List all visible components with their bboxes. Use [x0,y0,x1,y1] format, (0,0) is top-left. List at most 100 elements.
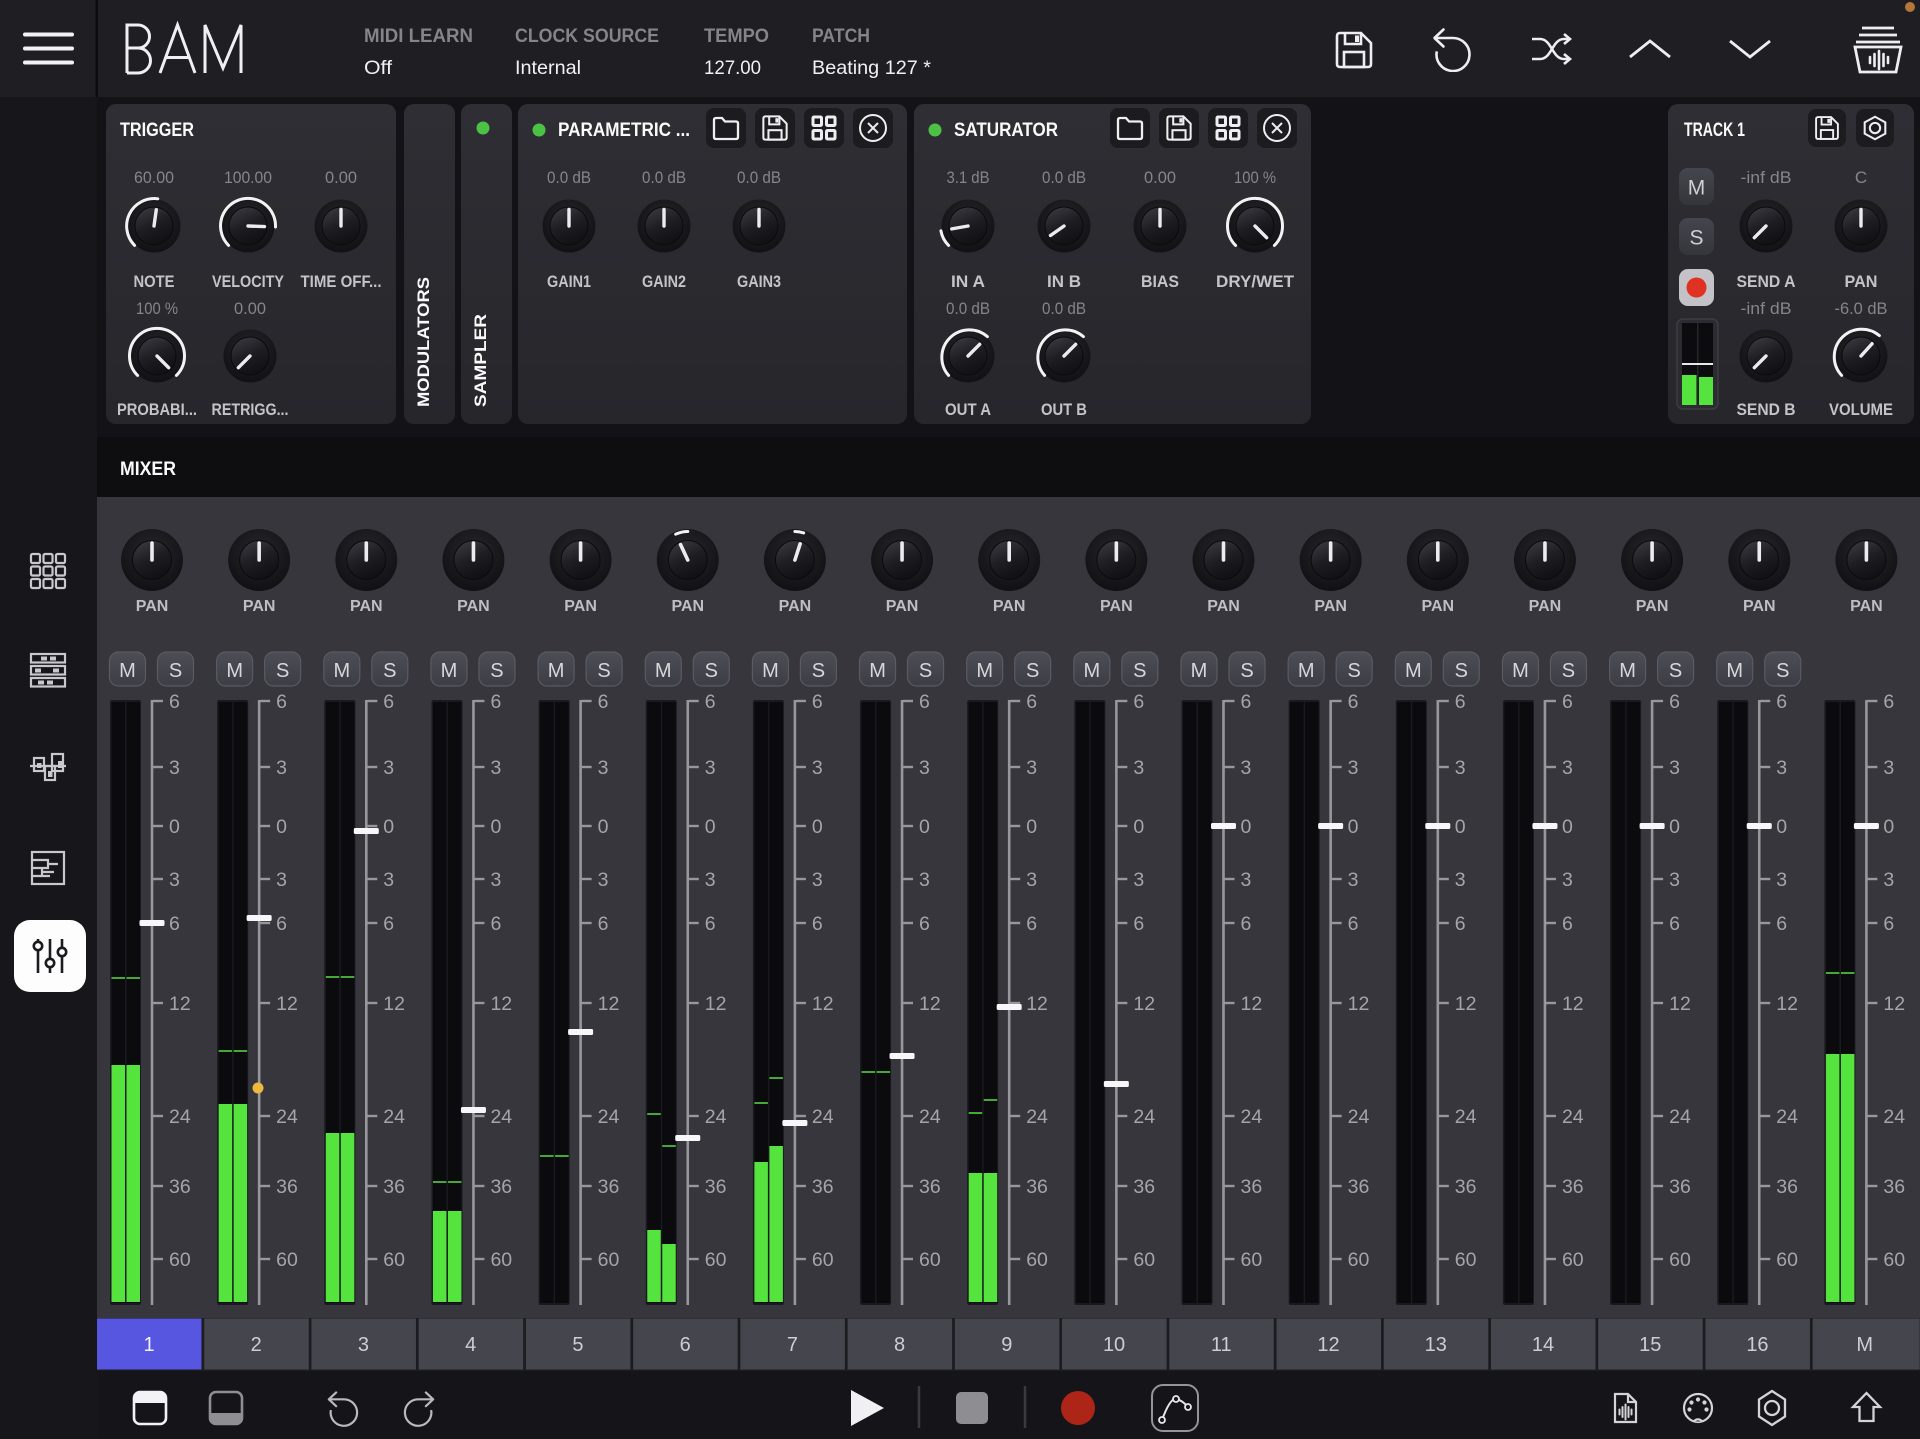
svg-text:M: M [1191,660,1208,682]
svg-text:6: 6 [919,691,930,713]
svg-text:36: 36 [1348,1176,1370,1198]
svg-text:CLOCK SOURCE: CLOCK SOURCE [515,26,659,47]
svg-text:12: 12 [598,993,620,1015]
svg-text:36: 36 [1241,1176,1263,1198]
svg-text:0: 0 [1669,816,1680,838]
svg-text:12: 12 [1348,993,1370,1015]
svg-text:36: 36 [812,1176,834,1198]
svg-text:MODULATORS: MODULATORS [414,277,433,407]
svg-text:3: 3 [1133,869,1144,891]
svg-text:VOLUME: VOLUME [1829,401,1893,419]
svg-text:3: 3 [358,1334,369,1356]
svg-text:24: 24 [1669,1106,1691,1128]
svg-text:4: 4 [465,1334,476,1356]
svg-text:24: 24 [1348,1106,1370,1128]
svg-text:MIXER: MIXER [120,459,176,480]
svg-text:3: 3 [705,757,716,779]
svg-text:3: 3 [1669,757,1680,779]
svg-text:6: 6 [812,913,823,935]
svg-text:10: 10 [1103,1334,1125,1356]
svg-text:0: 0 [1562,816,1573,838]
svg-text:100 %: 100 % [136,299,178,318]
svg-text:M: M [762,660,779,682]
svg-text:PAN: PAN [1743,598,1776,615]
svg-text:12: 12 [169,993,191,1015]
svg-text:PAN: PAN [1100,598,1133,615]
svg-text:MIDI LEARN: MIDI LEARN [364,26,473,47]
svg-text:12: 12 [919,993,941,1015]
svg-text:PAN: PAN [350,598,383,615]
svg-text:M: M [655,660,672,682]
svg-text:13: 13 [1425,1334,1447,1356]
svg-text:M: M [976,660,993,682]
svg-text:NOTE: NOTE [134,273,175,291]
svg-text:S: S [1455,660,1468,682]
svg-text:0: 0 [490,816,501,838]
svg-text:PAN: PAN [886,598,919,615]
svg-text:60: 60 [1562,1249,1584,1271]
svg-text:12: 12 [1133,993,1155,1015]
svg-text:3: 3 [919,869,930,891]
svg-text:1: 1 [143,1334,154,1356]
svg-text:Beating 127 *: Beating 127 * [812,57,931,79]
svg-text:M: M [441,660,458,682]
svg-text:S: S [597,660,610,682]
svg-text:0.0 dB: 0.0 dB [946,299,990,318]
svg-text:36: 36 [598,1176,620,1198]
svg-text:6: 6 [1883,913,1894,935]
svg-text:S: S [919,660,932,682]
svg-text:60: 60 [276,1249,298,1271]
svg-text:0: 0 [1455,816,1466,838]
svg-text:6: 6 [812,691,823,713]
svg-text:24: 24 [1241,1106,1263,1128]
svg-text:TEMPO: TEMPO [704,26,769,47]
svg-text:6: 6 [1348,913,1359,935]
svg-text:3: 3 [1455,757,1466,779]
svg-text:36: 36 [1133,1176,1155,1198]
svg-text:6: 6 [383,913,394,935]
svg-text:60: 60 [490,1249,512,1271]
svg-text:PAN: PAN [1850,598,1883,615]
svg-text:36: 36 [1883,1176,1905,1198]
svg-text:6: 6 [1241,913,1252,935]
svg-text:S: S [1347,660,1360,682]
svg-text:SAMPLER: SAMPLER [471,314,490,407]
svg-text:60.00: 60.00 [134,168,174,187]
svg-text:OUT A: OUT A [945,401,991,419]
svg-text:12: 12 [1026,993,1048,1015]
svg-text:2: 2 [251,1334,262,1356]
svg-text:36: 36 [1776,1176,1798,1198]
svg-text:3: 3 [919,757,930,779]
svg-text:IN B: IN B [1047,273,1081,291]
svg-text:12: 12 [1883,993,1905,1015]
svg-text:M: M [1512,660,1529,682]
svg-text:6: 6 [919,913,930,935]
svg-text:60: 60 [1026,1249,1048,1271]
svg-text:3: 3 [490,869,501,891]
svg-text:36: 36 [490,1176,512,1198]
svg-text:3: 3 [812,869,823,891]
svg-text:3: 3 [1562,757,1573,779]
svg-text:SEND B: SEND B [1737,401,1796,419]
svg-text:3: 3 [1776,869,1787,891]
svg-text:6: 6 [490,913,501,935]
svg-text:0.0 dB: 0.0 dB [737,168,781,187]
svg-text:PAN: PAN [1529,598,1562,615]
svg-text:3: 3 [598,869,609,891]
svg-text:60: 60 [1776,1249,1798,1271]
svg-text:12: 12 [276,993,298,1015]
svg-text:6: 6 [1562,691,1573,713]
svg-text:16: 16 [1746,1334,1768,1356]
svg-text:0: 0 [705,816,716,838]
svg-text:0.00: 0.00 [234,299,266,318]
svg-text:SEND A: SEND A [1737,273,1796,291]
svg-text:3.1 dB: 3.1 dB [947,168,990,187]
svg-text:60: 60 [812,1249,834,1271]
svg-text:M: M [1298,660,1315,682]
svg-text:S: S [490,660,503,682]
svg-text:6: 6 [1669,913,1680,935]
svg-text:14: 14 [1532,1334,1554,1356]
svg-text:0.0 dB: 0.0 dB [1042,168,1086,187]
svg-text:S: S [1689,227,1703,250]
svg-text:3: 3 [812,757,823,779]
